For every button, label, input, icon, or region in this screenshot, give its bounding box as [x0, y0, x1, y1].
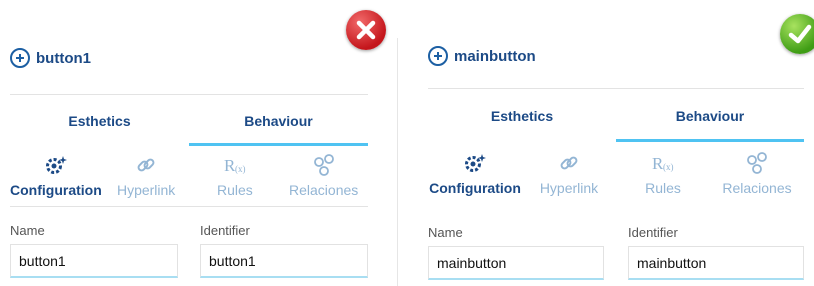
identifier-input[interactable]: button1 — [200, 244, 368, 278]
name-field: Name button1 — [10, 223, 178, 278]
subtab-label: Rules — [216, 182, 253, 198]
name-label: Name — [428, 225, 463, 240]
error-x-icon — [346, 10, 386, 50]
success-check-icon — [780, 14, 814, 54]
subtab-relaciones[interactable]: Relaciones — [279, 152, 368, 198]
add-circle-icon[interactable] — [428, 46, 448, 66]
link-icon — [135, 152, 157, 178]
subtab-bar: Configuration Hyperlink R (x) Rules Rela… — [428, 150, 804, 196]
relations-icon — [745, 150, 769, 176]
right-panel: mainbutton Esthetics Behaviour Configura… — [402, 0, 814, 286]
divider — [10, 94, 368, 95]
subtab-configuration[interactable]: Configuration — [10, 152, 102, 198]
add-circle-icon[interactable] — [10, 48, 30, 68]
subtab-rules[interactable]: R (x) Rules — [616, 150, 710, 196]
identifier-label: Identifier — [628, 225, 678, 240]
tab-bar: Esthetics Behaviour — [10, 96, 368, 146]
identifier-field: Identifier mainbutton — [628, 225, 804, 280]
gear-sparkle-icon — [44, 152, 68, 178]
subtab-rules[interactable]: R (x) Rules — [191, 152, 280, 198]
subtab-label: Relaciones — [289, 182, 359, 198]
subtab-label: Configuration — [10, 182, 102, 198]
gear-sparkle-icon — [463, 150, 487, 176]
name-label: Name — [10, 223, 45, 238]
link-icon — [558, 150, 580, 176]
subtab-label: Configuration — [429, 180, 521, 196]
left-panel: button1 Esthetics Behaviour Configuratio… — [0, 0, 380, 286]
subtab-hyperlink[interactable]: Hyperlink — [102, 152, 191, 198]
tab-behaviour[interactable]: Behaviour — [189, 96, 368, 146]
rx-icon: R (x) — [222, 152, 248, 178]
identifier-input[interactable]: mainbutton — [628, 246, 804, 280]
name-input[interactable]: button1 — [10, 244, 178, 278]
panel-header: mainbutton — [428, 46, 536, 66]
button-name-title: mainbutton — [454, 47, 536, 65]
button-name-title: button1 — [36, 49, 91, 67]
subtab-label: Hyperlink — [539, 180, 599, 196]
subtab-hyperlink[interactable]: Hyperlink — [522, 150, 616, 196]
subtab-label: Relaciones — [722, 180, 792, 196]
identifier-field: Identifier button1 — [200, 223, 368, 278]
tab-esthetics[interactable]: Esthetics — [10, 96, 189, 146]
divider — [10, 206, 368, 207]
subtab-label: Rules — [645, 180, 681, 196]
tab-esthetics[interactable]: Esthetics — [428, 90, 616, 142]
relations-icon — [312, 152, 336, 178]
svg-text:(x): (x) — [663, 162, 674, 172]
divider — [428, 88, 804, 89]
tab-bar: Esthetics Behaviour — [428, 90, 804, 142]
subtab-bar: Configuration Hyperlink R (x) Rules Rela… — [10, 152, 368, 198]
subtab-relaciones[interactable]: Relaciones — [710, 150, 804, 196]
svg-text:(x): (x) — [235, 164, 246, 174]
rx-icon: R (x) — [650, 150, 676, 176]
identifier-label: Identifier — [200, 223, 250, 238]
panel-header: button1 — [10, 48, 91, 68]
name-input[interactable]: mainbutton — [428, 246, 604, 280]
subtab-configuration[interactable]: Configuration — [428, 150, 522, 196]
panel-separator — [397, 38, 398, 286]
tab-behaviour[interactable]: Behaviour — [616, 90, 804, 142]
name-field: Name mainbutton — [428, 225, 604, 280]
subtab-label: Hyperlink — [116, 182, 176, 198]
